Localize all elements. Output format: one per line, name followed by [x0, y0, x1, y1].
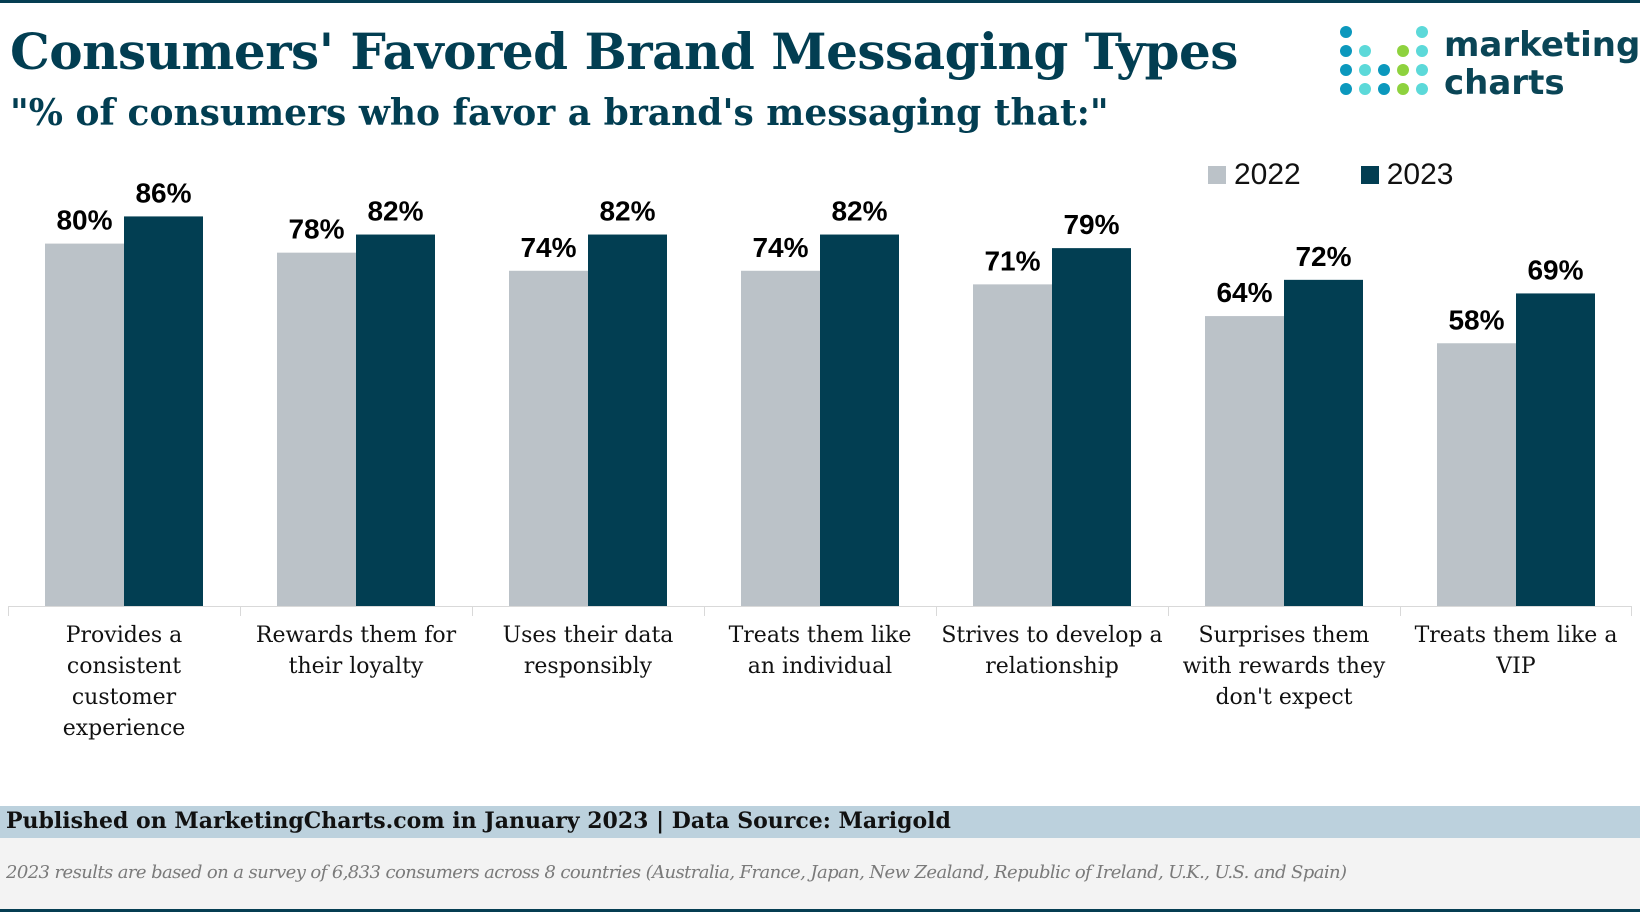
data-label-2023: 69% — [1527, 254, 1583, 285]
category-label-line: Uses their data — [503, 623, 674, 648]
category-label: Uses their data responsibly — [503, 623, 674, 679]
data-label-2023: 82% — [831, 196, 887, 227]
chart-subtitle: "% of consumers who favor a brand's mess… — [10, 92, 1109, 134]
category-label-line: Treats them like a — [1415, 623, 1618, 648]
data-label-2023: 82% — [367, 196, 423, 227]
data-label-2023: 72% — [1295, 241, 1351, 272]
logo-dots-icon — [1340, 26, 1430, 106]
bar-2023 — [1284, 279, 1363, 606]
logo-dot — [1416, 45, 1428, 57]
chart-title: Consumers' Favored Brand Messaging Types — [10, 22, 1238, 81]
data-label-2022: 78% — [288, 214, 344, 245]
logo-dot — [1378, 83, 1390, 95]
bar-2023 — [820, 234, 899, 606]
bar-2022 — [741, 270, 820, 606]
methodology-note: 2023 results are based on a survey of 6,… — [6, 862, 1347, 883]
category-label-line: VIP — [1495, 654, 1536, 679]
data-label-2022: 71% — [984, 245, 1040, 276]
bar-chart: 80% 86% Provides a consistent customer experi… — [8, 177, 1632, 741]
bar-2022 — [277, 252, 356, 606]
logo-dot — [1340, 26, 1352, 38]
bar-2022 — [45, 243, 124, 606]
category-label-line: consistent — [67, 654, 181, 679]
top-rule — [0, 0, 1640, 3]
category-label-line: Treats them like — [729, 623, 912, 648]
data-label-2022: 80% — [56, 205, 112, 236]
category-label-line: don't expect — [1215, 685, 1352, 710]
logo-dot — [1397, 45, 1409, 57]
data-label-2022: 74% — [752, 232, 808, 263]
data-label-2023: 86% — [135, 177, 191, 208]
category-label: Treats them like a VIP — [1415, 623, 1618, 679]
data-label-2022: 64% — [1216, 277, 1272, 308]
logo-dot — [1416, 26, 1428, 38]
category-label: Rewards them for their loyalty — [256, 623, 457, 679]
bar-2022 — [1205, 316, 1284, 606]
logo-text-line1: marketing — [1444, 25, 1640, 65]
logo-dot — [1340, 45, 1352, 57]
bar-2022 — [973, 284, 1052, 606]
logo-dot — [1397, 83, 1409, 95]
bar-2023 — [588, 234, 667, 606]
category-label-line: Provides a — [66, 623, 183, 648]
category-label-line: responsibly — [524, 654, 653, 679]
category-label-line: experience — [63, 716, 186, 741]
category-label-line: relationship — [985, 654, 1119, 679]
logo-dot — [1340, 64, 1352, 76]
bar-2023 — [1516, 293, 1595, 606]
bar-2023 — [356, 234, 435, 606]
logo-dot — [1416, 64, 1428, 76]
logo-dot — [1397, 64, 1409, 76]
bar-2023 — [1052, 248, 1131, 606]
category-label-line: an individual — [748, 654, 892, 679]
logo-dot — [1378, 64, 1390, 76]
category-label-line: with rewards they — [1183, 654, 1386, 679]
data-label-2023: 79% — [1063, 209, 1119, 240]
data-label-2023: 82% — [599, 196, 655, 227]
logo-dot — [1359, 45, 1371, 57]
logo-dot — [1359, 83, 1371, 95]
marketingcharts-logo: marketing charts — [1340, 26, 1640, 106]
bar-2023 — [124, 216, 203, 607]
category-label-line: Surprises them — [1199, 623, 1370, 648]
category-label: Surprises them with rewards they don't exp… — [1183, 623, 1386, 710]
published-source-text: Published on MarketingCharts.com in Janu… — [6, 808, 951, 834]
category-label: Provides a consistent customer experience — [63, 623, 186, 741]
category-label-line: their loyalty — [289, 654, 424, 679]
logo-dot — [1416, 83, 1428, 95]
bar-2022 — [509, 270, 588, 606]
category-label: Strives to develop a relationship — [941, 623, 1162, 679]
logo-text: marketing charts — [1444, 26, 1640, 102]
logo-dot — [1340, 83, 1352, 95]
category-label-line: Strives to develop a — [941, 623, 1162, 648]
category-label: Treats them like an individual — [729, 623, 912, 679]
logo-text-line2: charts — [1444, 63, 1565, 103]
category-label-line: customer — [72, 685, 177, 710]
logo-dot — [1359, 64, 1371, 76]
category-label-line: Rewards them for — [256, 623, 457, 648]
data-label-2022: 58% — [1448, 304, 1504, 335]
bar-2022 — [1437, 343, 1516, 606]
data-label-2022: 74% — [520, 232, 576, 263]
